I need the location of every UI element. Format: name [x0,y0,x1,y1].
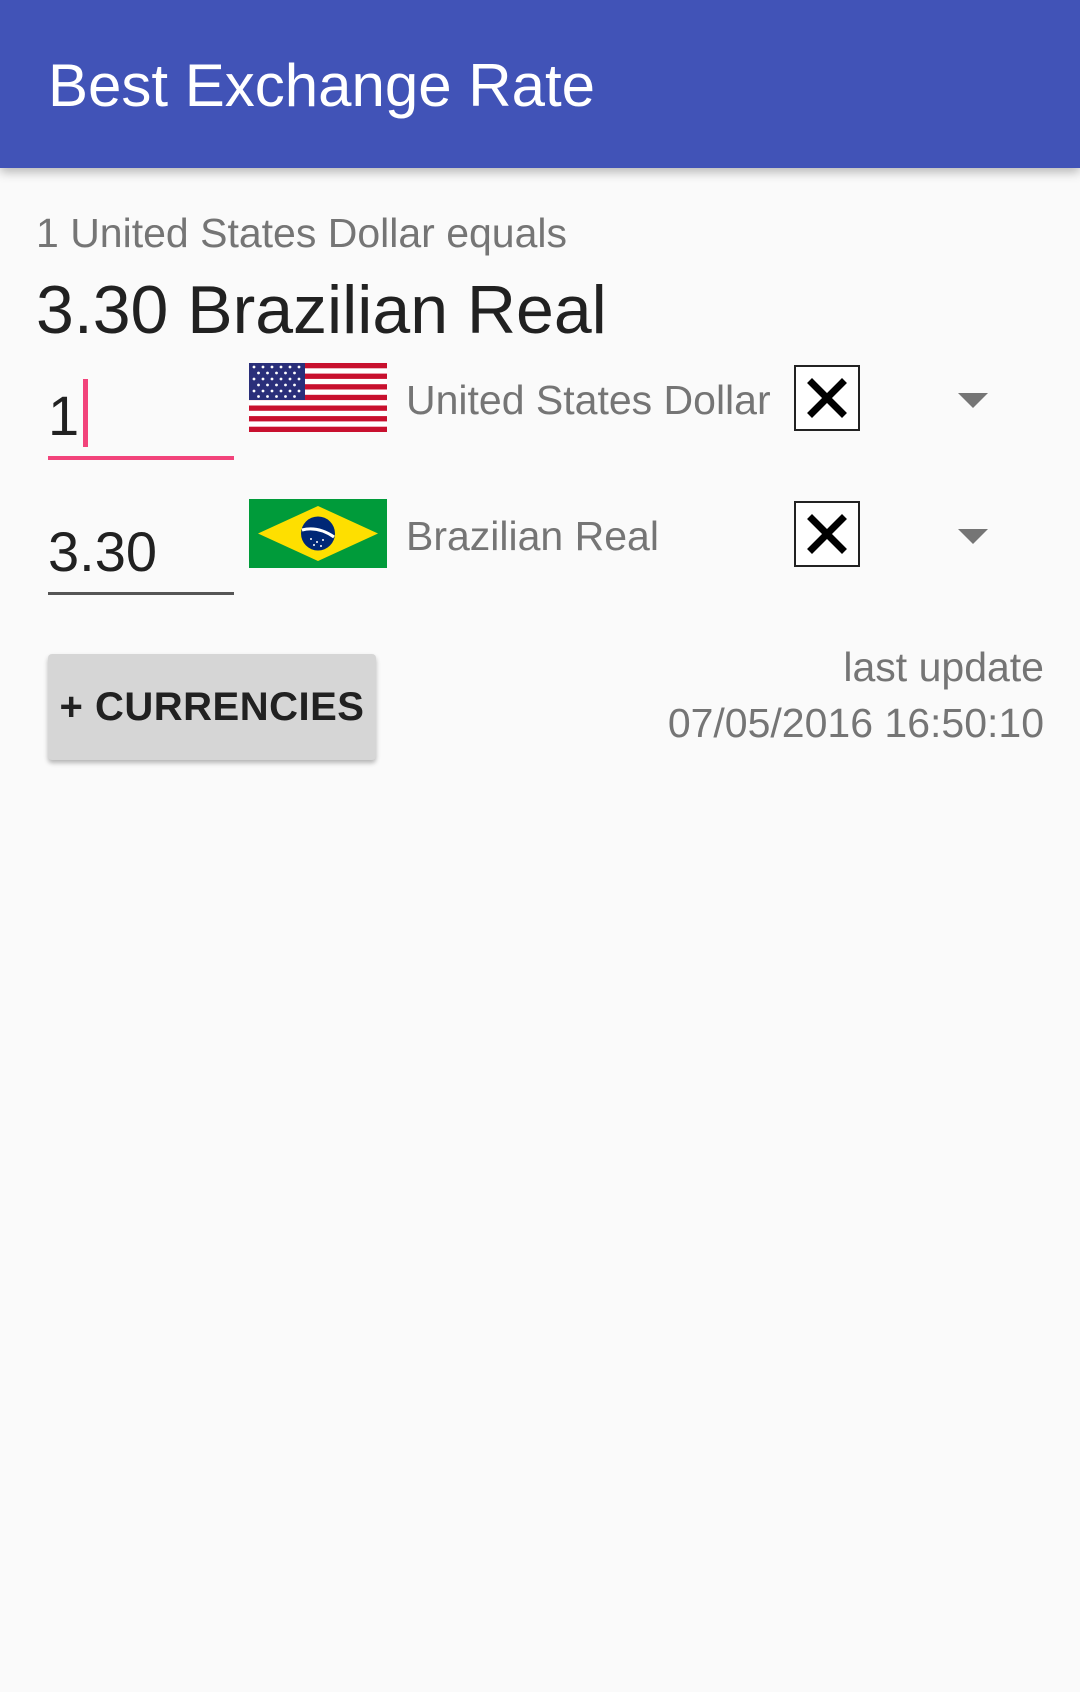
chevron-down-icon[interactable] [958,393,988,408]
us-flag-icon [249,363,387,432]
close-icon [807,378,847,418]
currency-row-brl: 3.30 Brazilian Real [0,496,1080,616]
remove-currency-brl-button[interactable] [794,501,860,567]
currency-row-usd: 1 United States Dollar [0,360,1080,480]
currency-name-usd[interactable]: United States Dollar [406,375,771,425]
remove-currency-usd-button[interactable] [794,365,860,431]
app-bar: Best Exchange Rate [0,0,1080,168]
text-cursor [83,379,89,447]
close-icon [807,514,847,554]
rate-result: 3.30 Brazilian Real [36,272,607,348]
currency-name-brl[interactable]: Brazilian Real [406,511,659,561]
add-currencies-button[interactable]: + CURRENCIES [48,654,376,760]
amount-value-brl: 3.30 [48,520,157,583]
amount-input-usd[interactable]: 1 [48,360,234,460]
amount-value-usd: 1 [48,384,80,447]
rate-caption: 1 United States Dollar equals [36,210,568,256]
last-update-label: last update [843,644,1044,690]
last-update-timestamp: 07/05/2016 16:50:10 [667,700,1044,746]
chevron-down-icon[interactable] [958,529,988,544]
amount-input-brl[interactable]: 3.30 [48,496,234,595]
app-title: Best Exchange Rate [48,52,596,119]
brazil-flag-icon [249,499,387,568]
